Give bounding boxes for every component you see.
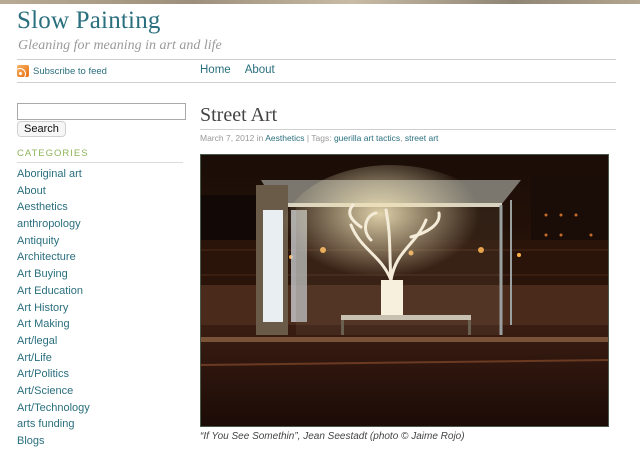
subscribe-feed-label[interactable]: Subscribe to feed (33, 66, 107, 77)
site-title[interactable]: Slow Painting (17, 7, 161, 35)
header-divider-top (17, 59, 616, 60)
post-title-divider (200, 129, 616, 130)
category-link[interactable]: arts funding (17, 416, 90, 433)
site-tagline: Gleaning for meaning in art and life (18, 38, 222, 53)
category-link[interactable]: Art History (17, 300, 90, 317)
category-link[interactable]: Aboriginal art (17, 166, 90, 183)
category-link[interactable]: anthropology (17, 216, 90, 233)
main-nav: Home About (200, 64, 275, 76)
post-meta-in: in (256, 133, 264, 143)
category-link[interactable]: Art/Science (17, 383, 90, 400)
category-link[interactable]: Art/legal (17, 333, 90, 350)
post-category-link[interactable]: Aesthetics (265, 133, 304, 143)
category-link[interactable]: Blogs (17, 433, 90, 450)
category-link[interactable]: Art Education (17, 283, 90, 300)
category-link[interactable]: Architecture (17, 249, 90, 266)
categories-divider (17, 162, 183, 163)
search-input[interactable] (17, 103, 186, 120)
category-link[interactable]: Art/Politics (17, 366, 90, 383)
category-list: Aboriginal art About Aesthetics anthropo… (17, 166, 90, 450)
photo-caption: “If You See Somethin”, Jean Seestadt (ph… (200, 431, 465, 442)
tag-separator: , (400, 133, 403, 143)
nav-about[interactable]: About (245, 64, 275, 76)
subscribe-feed-link[interactable]: Subscribe to feed (17, 65, 107, 77)
post-title[interactable]: Street Art (200, 104, 277, 127)
category-link[interactable]: About (17, 183, 90, 200)
nav-home[interactable]: Home (200, 64, 231, 76)
post-tags-label: | Tags: (306, 133, 332, 143)
category-link[interactable]: Aesthetics (17, 199, 90, 216)
post-tag-link[interactable]: guerilla art tactics (334, 133, 400, 143)
search-button[interactable]: Search (17, 121, 66, 137)
post-tag-link[interactable]: street art (405, 133, 439, 143)
category-link[interactable]: Art/Life (17, 350, 90, 367)
post-photo[interactable] (200, 154, 609, 427)
header-divider-bottom (17, 82, 616, 83)
category-link[interactable]: Art Buying (17, 266, 90, 283)
category-link[interactable]: Art Making (17, 316, 90, 333)
rss-feed-icon (17, 65, 29, 77)
category-link[interactable]: Art/Technology (17, 400, 90, 417)
post-meta: March 7, 2012 in Aesthetics | Tags: guer… (200, 133, 438, 143)
post-date: March 7, 2012 (200, 133, 255, 143)
categories-heading: CATEGORIES (17, 148, 89, 159)
bus-shelter-sculpture-photo (201, 155, 608, 426)
category-link[interactable]: Antiquity (17, 233, 90, 250)
header-photo-strip (0, 0, 640, 4)
